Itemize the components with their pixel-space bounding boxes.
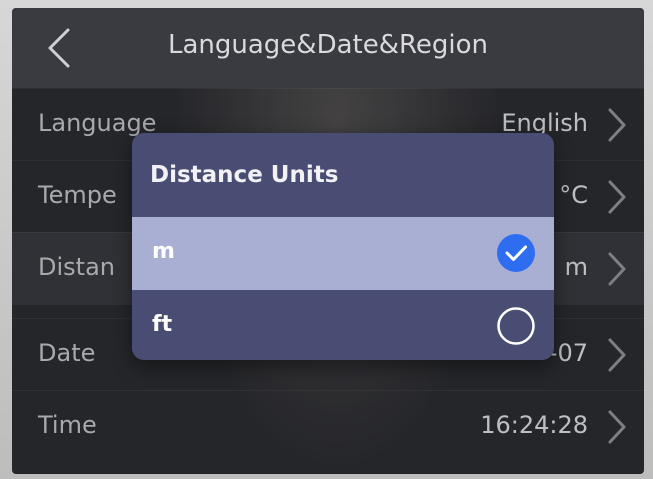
dialog-title: Distance Units <box>150 162 339 188</box>
option-label: m <box>152 239 175 264</box>
header-bar: Language&Date&Region <box>12 8 644 88</box>
radio-empty-icon <box>497 307 535 345</box>
option-feet[interactable]: ft <box>132 290 554 360</box>
option-label: ft <box>152 312 173 337</box>
page-title: Language&Date&Region <box>167 30 488 60</box>
option-meters[interactable]: m <box>132 217 554 290</box>
checkmark-circle-icon <box>497 234 535 272</box>
distance-units-dialog: Distance Units m ft <box>132 133 554 360</box>
device-screen: Language&Date&Region Language English Te… <box>12 8 644 474</box>
